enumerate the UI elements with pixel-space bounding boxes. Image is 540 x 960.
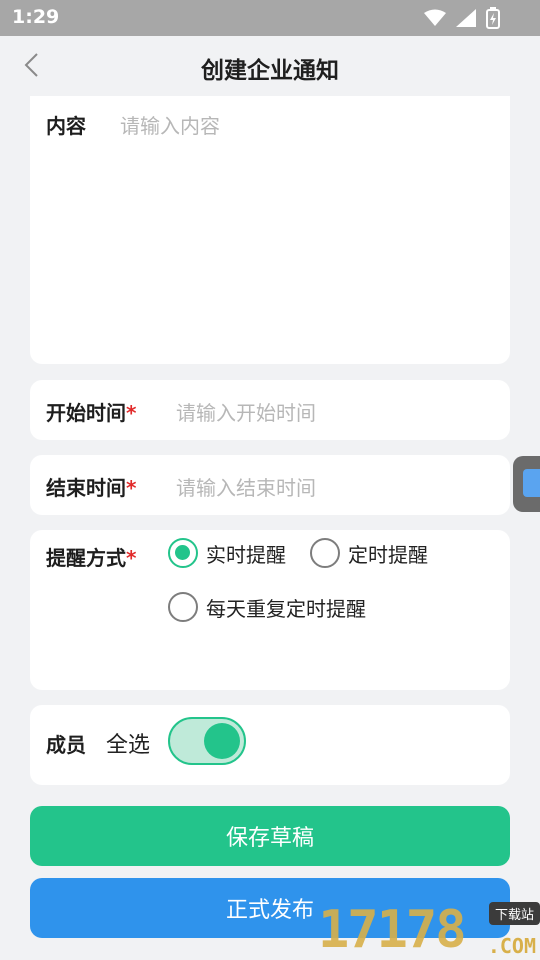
required-mark: * [126, 401, 137, 425]
status-icons [424, 7, 500, 29]
watermark-domain: .COM [487, 934, 536, 958]
reminder-label: 提醒方式* [46, 546, 137, 570]
end-time-label: 结束时间* [46, 476, 137, 500]
watermark-digits: 17178 [318, 900, 467, 960]
page-title: 创建企业通知 [201, 58, 339, 84]
start-time-placeholder: 请输入开始时间 [176, 401, 316, 425]
members-label: 成员 [46, 733, 86, 757]
radio-daily-repeat-reminder[interactable]: 每天重复定时提醒 [168, 592, 366, 622]
wifi-icon [424, 9, 446, 27]
required-mark: * [126, 546, 137, 570]
end-time-input[interactable]: 请输入结束时间 [170, 461, 496, 509]
status-bar: 1:29 [0, 0, 540, 36]
content-textarea[interactable]: 请输入内容 [116, 102, 496, 350]
content-placeholder: 请输入内容 [120, 114, 220, 138]
select-all-toggle[interactable] [168, 717, 246, 765]
save-draft-button[interactable]: 保存草稿 [30, 806, 510, 866]
radio-unchecked-icon [168, 592, 198, 622]
watermark-logo: 17178 .COM 下载站 [318, 898, 540, 960]
radio-unchecked-icon [310, 538, 340, 568]
toggle-knob [204, 723, 240, 759]
select-all-label: 全选 [106, 733, 151, 758]
calendar-icon [523, 469, 540, 497]
radio-label: 定时提醒 [348, 542, 428, 567]
floating-side-tab[interactable] [513, 456, 540, 512]
signal-icon [456, 9, 476, 27]
start-time-label: 开始时间* [46, 401, 137, 425]
status-time: 1:29 [12, 6, 60, 28]
watermark-tag: 下载站 [488, 902, 540, 925]
header: 创建企业通知 [0, 36, 540, 96]
members-card: 成员 全选 [30, 705, 510, 785]
required-mark: * [126, 476, 137, 500]
start-time-card: 开始时间* 请输入开始时间 [30, 380, 510, 440]
radio-scheduled-reminder[interactable]: 定时提醒 [310, 538, 428, 568]
content-card: 内容 请输入内容 [30, 96, 510, 364]
start-time-input[interactable]: 请输入开始时间 [170, 386, 496, 434]
end-time-card: 结束时间* 请输入结束时间 [30, 455, 510, 515]
content-label: 内容 [46, 114, 86, 138]
end-time-placeholder: 请输入结束时间 [176, 476, 316, 500]
reminder-card: 提醒方式* 实时提醒 定时提醒 每天重复定时提醒 [30, 530, 510, 690]
radio-realtime-reminder[interactable]: 实时提醒 [168, 538, 286, 568]
radio-checked-icon [168, 538, 198, 568]
radio-label: 每天重复定时提醒 [206, 596, 366, 621]
battery-icon [486, 7, 500, 29]
radio-label: 实时提醒 [206, 542, 286, 567]
